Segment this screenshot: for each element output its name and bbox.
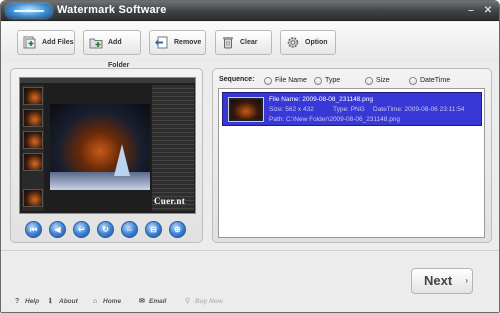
actual-size-icon[interactable]: ⊟ xyxy=(145,221,162,238)
main-window: Watermark Software – ✕ Add Files Add Fol… xyxy=(0,0,500,313)
thumbnail xyxy=(23,189,43,207)
rotate-icon[interactable]: ↻ xyxy=(97,221,114,238)
remove-button[interactable]: Remove xyxy=(149,30,206,55)
list-item[interactable]: File Name: 2009-08-08_231148.png Size: 5… xyxy=(222,92,482,126)
add-files-icon xyxy=(23,36,36,49)
lit-tree xyxy=(114,144,130,176)
radio-icon xyxy=(314,77,322,85)
image-preview: Cuer.nt xyxy=(19,77,196,214)
question-icon: ? xyxy=(15,298,20,305)
radio-icon xyxy=(409,77,417,85)
first-icon[interactable]: ⏮ xyxy=(25,221,42,238)
sort-radio-type[interactable]: Type xyxy=(314,76,340,86)
add-folder-icon xyxy=(89,38,103,49)
thumbnail xyxy=(23,87,43,105)
about-link[interactable]: ℹ About xyxy=(49,297,78,307)
preview-nav-bar: ⏮ ◀ ↩ ↻ ⇔ ⊟ ⊕ xyxy=(25,221,190,238)
email-icon: ✉ xyxy=(139,298,145,305)
home-link[interactable]: ⌂ Home xyxy=(93,297,121,307)
next-button[interactable]: Next › xyxy=(411,268,473,294)
sort-radio-size[interactable]: Size xyxy=(365,76,390,86)
sequence-label: Sequence: xyxy=(219,76,255,83)
watermark-logo: Cuer.nt xyxy=(154,196,186,206)
cart-icon: ⚲ xyxy=(185,298,191,305)
file-list[interactable]: File Name: 2009-08-08_231148.png Size: 5… xyxy=(218,88,485,238)
file-path: Path: C:\New Folder\2009-08-06_231148.pn… xyxy=(269,116,401,123)
snow xyxy=(50,172,150,190)
sort-radio-filename[interactable]: File Name xyxy=(264,76,307,86)
remove-icon xyxy=(155,36,168,49)
toolbar: Add Files Add Folder Remove Clear Option xyxy=(1,22,499,69)
add-folder-button[interactable]: Add Folder xyxy=(83,30,141,69)
email-link[interactable]: ✉ Email xyxy=(139,297,166,307)
sequence-bar: Sequence: File Name Type Size DateTime xyxy=(219,76,489,87)
home-icon: ⌂ xyxy=(93,298,98,305)
info-icon: ℹ xyxy=(49,298,52,305)
preview-sidebar xyxy=(152,85,194,211)
buy-now-label: Buy Now xyxy=(195,298,223,305)
file-type: Type: PNG xyxy=(333,106,365,113)
sort-option-label: Type xyxy=(325,77,341,84)
window-title: Watermark Software xyxy=(57,4,167,16)
next-label: Next xyxy=(424,273,453,288)
file-size: Size: 562 x 432 xyxy=(269,106,314,113)
sort-radio-datetime[interactable]: DateTime xyxy=(409,76,450,86)
add-files-label: Add Files xyxy=(42,39,74,46)
gear-icon xyxy=(287,37,299,48)
preview-menubar xyxy=(20,78,195,83)
remove-label: Remove xyxy=(174,39,202,46)
sort-option-label: DateTime xyxy=(420,77,451,84)
thumbnail xyxy=(23,131,43,149)
clear-label: Clear xyxy=(240,39,258,46)
radio-icon xyxy=(365,77,373,85)
title-bar[interactable]: Watermark Software – ✕ xyxy=(1,1,499,21)
thumbnail xyxy=(23,153,43,171)
about-label: About xyxy=(59,298,78,305)
zoom-icon[interactable]: ⊕ xyxy=(169,221,186,238)
sort-option-label: File Name xyxy=(275,77,307,84)
help-link[interactable]: ? Help xyxy=(15,297,39,307)
file-list-panel: Sequence: File Name Type Size DateTime F… xyxy=(212,68,492,243)
help-label: Help xyxy=(25,298,40,305)
option-button[interactable]: Option xyxy=(280,30,336,55)
clear-button[interactable]: Clear xyxy=(215,30,272,55)
add-folder-label: Add Folder xyxy=(108,39,130,69)
option-label: Option xyxy=(305,39,328,46)
email-label: Email xyxy=(149,298,167,305)
file-name: File Name: 2009-08-08_231148.png xyxy=(269,96,373,103)
buy-now-link: ⚲ Buy Now xyxy=(185,297,223,307)
file-datetime: DateTime: 2009-08-06 23:11:54 xyxy=(373,106,465,113)
preview-image xyxy=(50,104,150,190)
thumbnail xyxy=(23,109,43,127)
radio-icon xyxy=(264,77,272,85)
file-thumbnail xyxy=(228,97,264,122)
back-icon[interactable]: ↩ xyxy=(73,221,90,238)
minimize-icon[interactable]: – xyxy=(464,4,478,17)
add-files-button[interactable]: Add Files xyxy=(17,30,75,55)
close-icon[interactable]: ✕ xyxy=(481,4,495,17)
trash-icon xyxy=(223,37,233,49)
chevron-right-icon: › xyxy=(465,276,468,285)
sort-option-label: Size xyxy=(376,77,390,84)
thumbnail-strip xyxy=(22,85,44,211)
previous-icon[interactable]: ◀ xyxy=(49,221,66,238)
home-label: Home xyxy=(103,298,122,305)
fit-icon[interactable]: ⇔ xyxy=(121,221,138,238)
app-logo-icon xyxy=(6,4,52,18)
preview-panel: Cuer.nt ⏮ ◀ ↩ ↻ ⇔ ⊟ ⊕ xyxy=(10,68,203,243)
